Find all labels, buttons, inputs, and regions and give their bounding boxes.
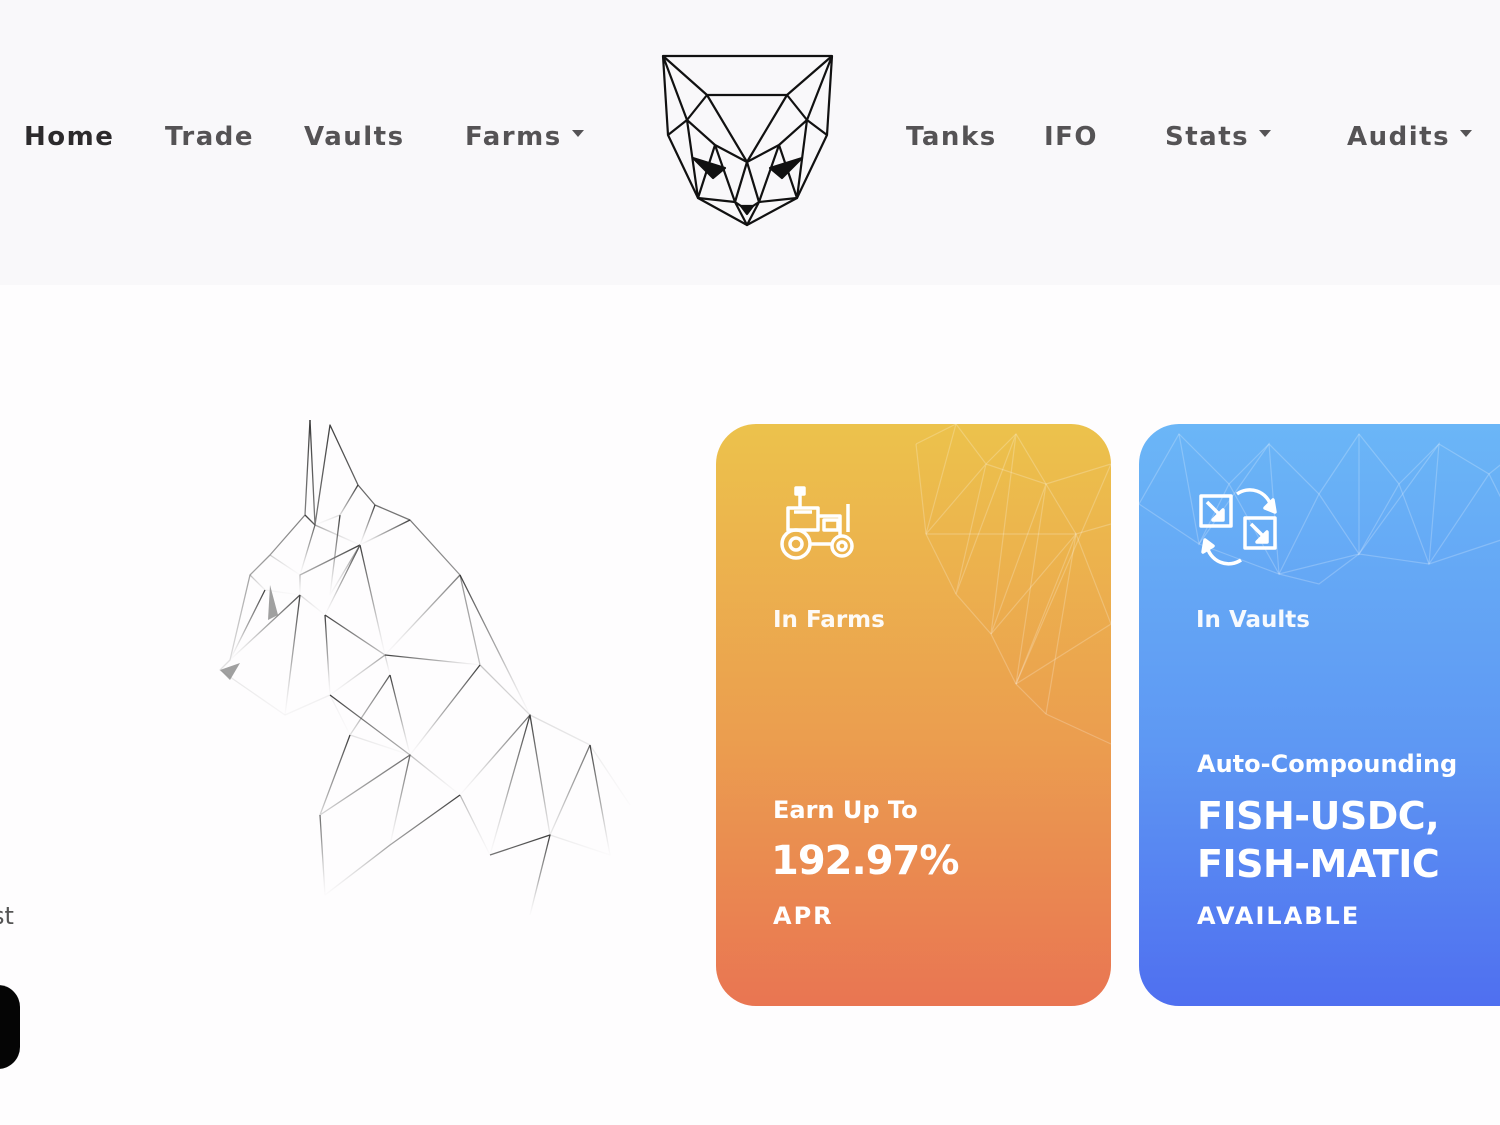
hero-cut-off-text: st bbox=[0, 902, 14, 930]
farms-caption: In Farms bbox=[773, 607, 885, 633]
nav-ifo[interactable]: IFO bbox=[1044, 122, 1098, 152]
vaults-pair-1: FISH-USDC, bbox=[1197, 794, 1440, 838]
farms-earn-label: Earn Up To bbox=[773, 796, 918, 824]
nav-vaults-label: Vaults bbox=[304, 122, 405, 152]
vaults-card[interactable]: In Vaults Auto-Compounding FISH-USDC, FI… bbox=[1139, 424, 1500, 1006]
top-navigation-bar: Home Trade Vaults Farms Tanks IFO Stats … bbox=[0, 0, 1500, 285]
polygon-cat-illustration bbox=[219, 419, 631, 915]
vaults-caption: In Vaults bbox=[1196, 607, 1310, 633]
tractor-icon bbox=[780, 486, 854, 560]
vaults-pairs: FISH-USDC, FISH-MATIC bbox=[1197, 792, 1440, 888]
vaults-status: AVAILABLE bbox=[1197, 902, 1361, 930]
farms-apr-value: 192.97% bbox=[771, 838, 959, 884]
nav-farms-dropdown[interactable]: Farms bbox=[465, 122, 584, 152]
nav-trade-label: Trade bbox=[165, 122, 254, 152]
nav-audits-dropdown[interactable]: Audits bbox=[1347, 122, 1473, 152]
hero-cut-off-button[interactable] bbox=[0, 985, 20, 1069]
nav-trade[interactable]: Trade bbox=[165, 122, 254, 152]
nav-home[interactable]: Home bbox=[24, 122, 114, 152]
cat-head-logo-icon[interactable] bbox=[655, 50, 840, 230]
swap-compound-icon bbox=[1199, 488, 1277, 566]
nav-ifo-label: IFO bbox=[1044, 122, 1099, 152]
farms-card[interactable]: In Farms Earn Up To 192.97% APR bbox=[716, 424, 1111, 1006]
chevron-down-icon bbox=[1259, 130, 1272, 137]
vaults-auto-label: Auto-Compounding bbox=[1197, 750, 1458, 778]
farms-apr-unit: APR bbox=[773, 902, 834, 930]
nav-vaults[interactable]: Vaults bbox=[304, 122, 405, 152]
nav-tanks[interactable]: Tanks bbox=[906, 122, 997, 152]
nav-farms-label: Farms bbox=[465, 122, 562, 152]
vaults-pair-2: FISH-MATIC bbox=[1197, 842, 1440, 886]
nav-audits-label: Audits bbox=[1347, 122, 1451, 152]
nav-tanks-label: Tanks bbox=[906, 122, 997, 152]
chevron-down-icon bbox=[1460, 130, 1473, 137]
nav-stats-dropdown[interactable]: Stats bbox=[1165, 122, 1272, 152]
nav-stats-label: Stats bbox=[1165, 122, 1250, 152]
nav-home-label: Home bbox=[24, 122, 115, 152]
chevron-down-icon bbox=[571, 130, 584, 137]
